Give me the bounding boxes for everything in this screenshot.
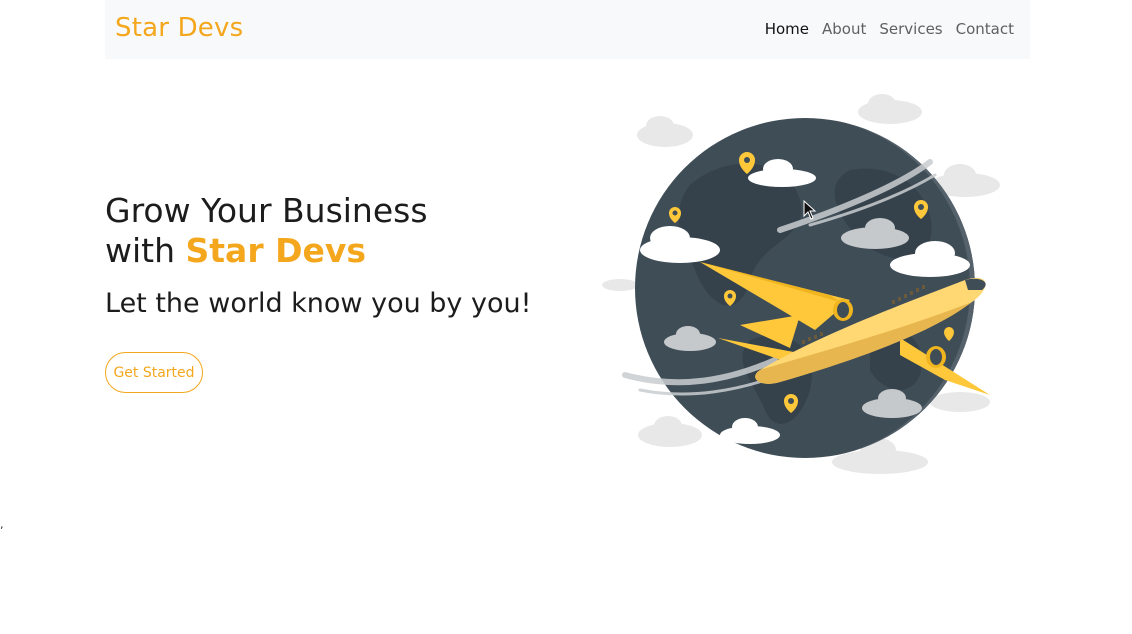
nav-link-about[interactable]: About — [822, 20, 866, 38]
nav-link-services[interactable]: Services — [879, 20, 942, 38]
hero-title-prefix: with — [105, 231, 176, 270]
nav-link-home[interactable]: Home — [765, 20, 809, 38]
nav-links: Home About Services Contact — [752, 20, 1014, 38]
nav-link-contact[interactable]: Contact — [956, 20, 1014, 38]
brand-logo[interactable]: Star Devs — [115, 13, 243, 43]
hero-title: Grow Your Business with Star Devs — [105, 191, 428, 271]
get-started-button[interactable]: Get Started — [105, 352, 203, 393]
globe-airplane-illustration — [602, 94, 1000, 474]
hero-title-line1: Grow Your Business — [105, 191, 428, 230]
navbar: Star Devs Home About Services Contact — [105, 0, 1030, 59]
hero-title-brand: Star Devs — [185, 231, 367, 270]
hero-subtitle: Let the world know you by you! — [105, 288, 532, 319]
stray-mark: , — [0, 518, 4, 531]
cursor-pointer-icon — [803, 200, 817, 220]
